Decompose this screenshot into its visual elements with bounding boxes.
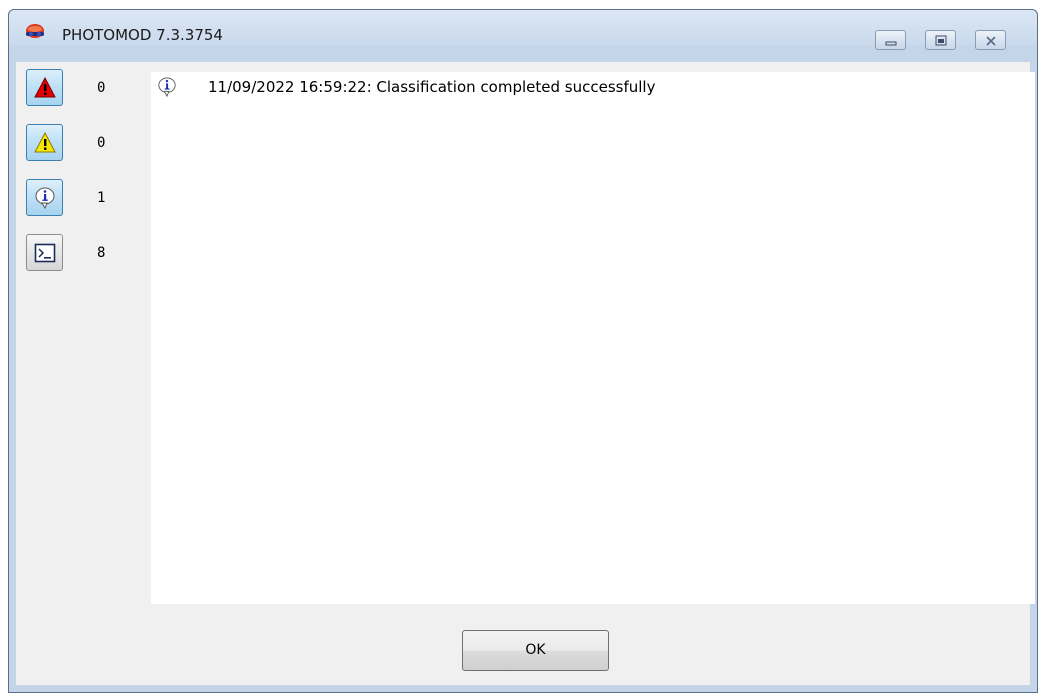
warning-filter-button[interactable] [26, 124, 63, 161]
message-row[interactable]: 11/09/2022 16:59:22: Classification comp… [151, 72, 1035, 100]
restore-button[interactable] [925, 30, 956, 50]
info-count: 1 [97, 190, 106, 206]
restore-icon [935, 35, 947, 46]
warning-icon [34, 132, 56, 153]
console-icon [34, 243, 56, 263]
console-filter-button[interactable] [26, 234, 63, 271]
close-icon [986, 36, 996, 46]
info-icon [157, 77, 177, 98]
error-icon [34, 77, 56, 98]
dialog-client-area: 0 0 1 8 11/09/2022 16:59:22: Classificat… [16, 62, 1035, 685]
minimize-icon [885, 41, 897, 46]
photomod-logo-icon [25, 24, 45, 40]
warning-count: 0 [97, 135, 106, 151]
minimize-button[interactable] [875, 30, 906, 50]
info-filter-button[interactable] [26, 179, 63, 216]
photomod-dialog: PHOTOMOD 7.3.3754 0 0 1 8 11/09/2022 16:… [8, 9, 1038, 693]
console-count: 8 [97, 245, 106, 261]
error-count: 0 [97, 80, 106, 96]
message-text: 11/09/2022 16:59:22: Classification comp… [208, 78, 656, 96]
ok-button[interactable]: OK [462, 630, 609, 671]
title-bar[interactable]: PHOTOMOD 7.3.3754 [9, 10, 1037, 50]
message-list[interactable]: 11/09/2022 16:59:22: Classification comp… [151, 72, 1035, 604]
close-button[interactable] [975, 30, 1006, 50]
window-title: PHOTOMOD 7.3.3754 [62, 26, 223, 44]
error-filter-button[interactable] [26, 69, 63, 106]
info-icon [35, 187, 55, 209]
